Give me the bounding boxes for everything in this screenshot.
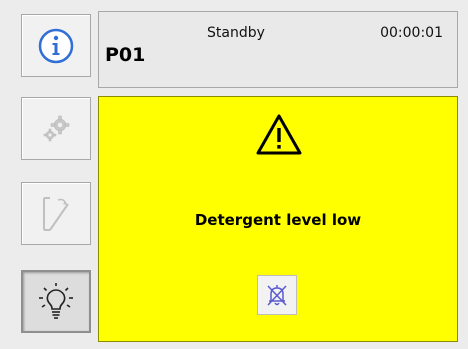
mute-alarm-button[interactable]: [257, 275, 297, 315]
light-button[interactable]: [21, 270, 91, 333]
lightbulb-icon: [39, 282, 73, 319]
settings-button[interactable]: [21, 97, 91, 160]
timer: 00:00:01: [380, 25, 443, 41]
info-icon: [38, 28, 74, 63]
program-code: P01: [105, 44, 146, 66]
alert-panel: Detergent level low: [98, 96, 458, 342]
status-bar: P01 Standby 00:00:01: [98, 11, 458, 88]
machine-state: Standby: [207, 25, 265, 41]
door-button[interactable]: [21, 182, 91, 245]
alert-message: Detergent level low: [194, 211, 362, 229]
gears-icon: [43, 115, 70, 141]
door-open-icon: [43, 196, 69, 231]
info-button[interactable]: [21, 14, 91, 77]
warning-triangle-icon: [256, 114, 302, 155]
machine-control-screen: P01 Standby 00:00:01 Detergent level low: [0, 0, 468, 349]
alarm-bell-muted-icon: [267, 285, 287, 306]
